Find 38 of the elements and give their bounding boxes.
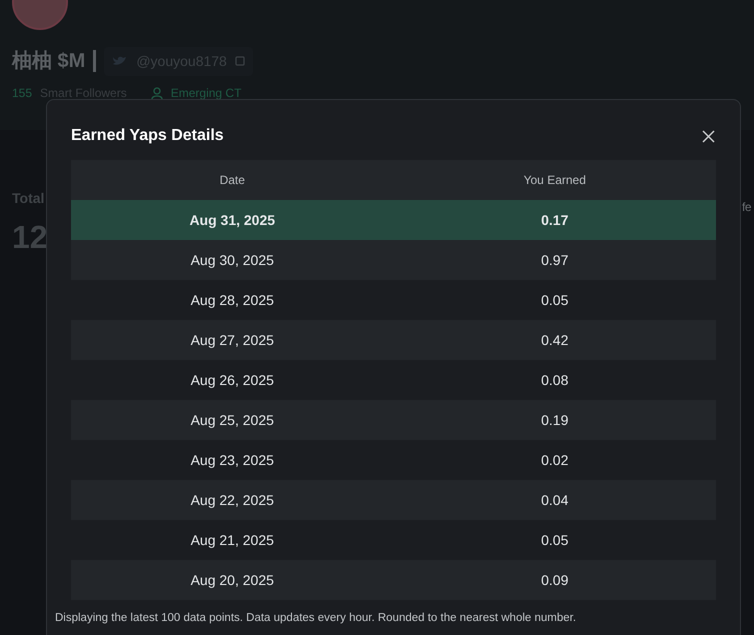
earned-cell-text: 0.05 (540, 290, 570, 310)
tier-label: Emerging CT (170, 85, 242, 102)
close-icon (702, 130, 714, 142)
date-cell-text: Aug 30, 2025 (190, 250, 275, 270)
earned-cell-text: 0.02 (540, 450, 570, 470)
date-cell-text: Aug 27, 2025 (190, 330, 275, 350)
table-row[interactable]: Aug 25, 2025 0.19 (71, 400, 716, 440)
date-cell-text: Aug 25, 2025 (190, 410, 275, 430)
person-icon (150, 86, 163, 100)
table-row[interactable]: Aug 31, 2025 0.17 (71, 200, 716, 240)
date-cell-text: Aug 21, 2025 (190, 530, 275, 550)
table-row[interactable]: Aug 20, 2025 0.09 (71, 560, 716, 600)
earned-cell-text: 0.05 (540, 530, 570, 550)
date-cell-text: Aug 20, 2025 (190, 570, 275, 590)
modal-title: Earned Yaps Details (71, 126, 224, 146)
earned-cell-text: 0.04 (540, 490, 570, 510)
copy-icon (234, 56, 245, 66)
earned-cell-text: 0.17 (540, 210, 570, 230)
date-cell-text: Aug 23, 2025 (190, 450, 275, 470)
date-cell-text: Aug 28, 2025 (190, 290, 275, 310)
footnote-text: Displaying the latest 100 data points. Data updates every hour. Rounded to the nearest whole number. (55, 611, 578, 626)
column-header: You Earned (522, 172, 587, 189)
earned-cell-text: 0.09 (540, 570, 570, 590)
date-cell-text: Aug 22, 2025 (190, 490, 275, 510)
earned-cell-text: 0.42 (540, 330, 570, 350)
table-row[interactable]: Aug 30, 2025 0.97 (71, 240, 716, 280)
earned-cell-text: 0.97 (540, 250, 570, 270)
column-header: Date (218, 172, 246, 189)
earned-cell-text: 0.08 (540, 370, 570, 390)
earned-cell-text: 0.19 (540, 410, 570, 430)
table-row[interactable]: Aug 27, 2025 0.42 (71, 320, 716, 360)
followers-count: 155 (12, 85, 32, 102)
profile-name: 柚柚 $M (12, 49, 86, 74)
stat-label: fe (742, 199, 752, 216)
date-cell-text: Aug 26, 2025 (190, 370, 275, 390)
date-cell-text: Aug 31, 2025 (188, 210, 276, 230)
bird-icon (112, 55, 128, 67)
table-row[interactable]: Aug 22, 2025 0.04 (71, 480, 716, 520)
